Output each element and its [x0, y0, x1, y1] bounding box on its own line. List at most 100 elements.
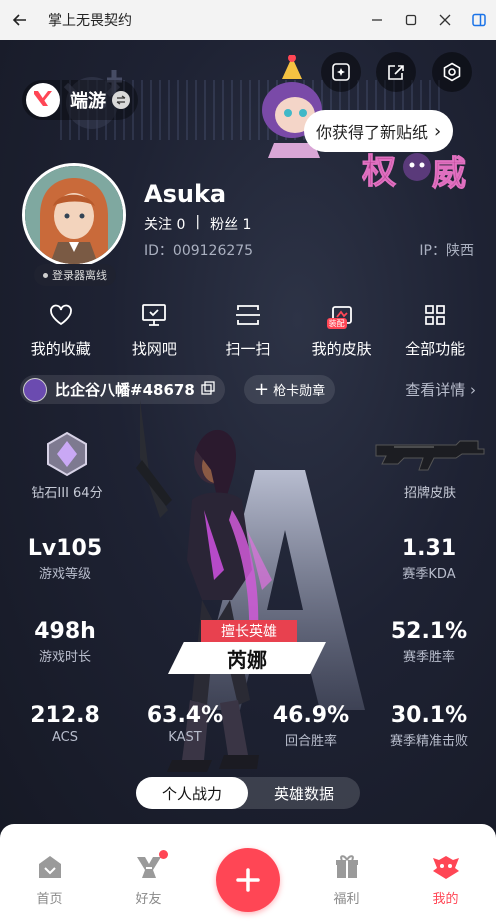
share-button[interactable]	[376, 52, 416, 92]
stat-level-value: Lv105	[27, 536, 103, 561]
settings-hexagon-icon	[443, 62, 461, 82]
follow-stats: 关注 0 | 粉丝 1	[144, 214, 251, 234]
sticker-sparkle-icon	[332, 63, 350, 81]
new-sticker-text: 你获得了新贴纸	[316, 123, 429, 142]
home-icon	[35, 852, 65, 882]
username: Asuka	[144, 180, 227, 208]
chevron-right-icon: ›	[434, 120, 442, 142]
status-dot-icon	[43, 272, 48, 278]
svg-text:权: 权	[362, 152, 396, 192]
action-my-skins-label: 我的皮肤	[311, 340, 372, 358]
stat-headshot-value: 30.1%	[390, 703, 468, 728]
view-details-label: 查看详情	[405, 381, 466, 399]
nav-home[interactable]: 首页	[0, 840, 99, 907]
sticker-editor-button[interactable]	[321, 52, 361, 92]
fans-link[interactable]: 粉丝 1	[210, 214, 251, 234]
action-favorites-label: 我的收藏	[30, 340, 91, 358]
signature-skin-gun-icon[interactable]	[374, 433, 486, 473]
view-details-link[interactable]: 查看详情 ›	[405, 379, 476, 400]
following-link[interactable]: 关注 0	[144, 214, 185, 234]
sticker-text-graphic: 权 威	[362, 152, 467, 195]
stat-kast: 63.4% KAST	[130, 703, 240, 745]
scan-icon	[233, 300, 263, 330]
share-icon	[388, 65, 404, 80]
stat-kast-label: KAST	[168, 730, 202, 745]
arrow-left-icon	[12, 14, 26, 26]
close-button[interactable]	[428, 0, 462, 40]
favorite-agent-name[interactable]: 芮娜	[168, 642, 326, 674]
nav-me[interactable]: 我的	[396, 840, 495, 907]
stat-kda-value: 1.31	[401, 536, 457, 561]
maximize-button[interactable]	[394, 0, 428, 40]
stat-level-label: 游戏等级	[38, 567, 91, 582]
stat-winrate-value: 52.1%	[390, 619, 468, 644]
settings-button[interactable]	[432, 52, 472, 92]
fans-count: 1	[242, 217, 252, 233]
action-my-skins[interactable]: 装配 我的皮肤	[297, 300, 387, 359]
heart-icon	[46, 300, 76, 330]
grid-icon	[420, 300, 450, 330]
sidebar-toggle-button[interactable]	[462, 0, 496, 40]
friends-icon	[134, 850, 168, 882]
nav-welfare[interactable]: 福利	[297, 840, 396, 907]
follow-separator: |	[195, 214, 201, 230]
stat-kast-value: 63.4%	[146, 703, 224, 728]
user-id: ID：009126275	[144, 243, 254, 259]
swap-icon	[112, 91, 130, 109]
plus-icon: +	[254, 379, 270, 400]
following-count: 0	[176, 217, 186, 233]
maximize-icon	[405, 14, 417, 26]
stat-winrate-label: 赛季胜率	[402, 650, 455, 665]
sidebar-icon	[472, 13, 486, 27]
stat-acs-label: ACS	[52, 730, 78, 745]
nav-friends-label: 好友	[135, 892, 162, 907]
skin-icon: 装配	[326, 300, 357, 330]
stat-headshot: 30.1% 赛季精准击败	[374, 703, 484, 749]
valorant-logo-icon	[26, 83, 60, 117]
equip-badge: 装配	[326, 318, 347, 329]
new-sticker-notice[interactable]: 你获得了新贴纸 ›	[304, 110, 454, 152]
plus-icon	[236, 868, 260, 892]
action-all-features-label: 全部功能	[405, 340, 466, 358]
following-label: 关注	[144, 217, 172, 233]
gift-icon	[332, 852, 362, 882]
quick-actions: 我的收藏 找网吧 扫一扫 装配 我的皮肤 全部功能	[0, 300, 496, 359]
action-find-cafe[interactable]: 找网吧	[109, 300, 199, 359]
signature-skin-label: 招牌皮肤	[403, 486, 456, 501]
player-card-avatar	[23, 377, 47, 402]
stat-round-win-label: 回合胜率	[284, 734, 337, 749]
stat-kda: 1.31 赛季KDA	[374, 536, 484, 582]
launcher-status-text: 登录器离线	[52, 269, 107, 282]
player-name: 比企谷八幡#48678	[55, 381, 195, 399]
stat-level: Lv105 游戏等级	[10, 536, 120, 582]
window-title: 掌上无畏契约	[48, 13, 132, 29]
ip-location: IP：陕西	[419, 243, 474, 259]
tab-hero-data[interactable]: 英雄数据	[248, 777, 360, 809]
game-switcher[interactable]: 端游	[22, 80, 138, 120]
minimize-icon	[372, 19, 382, 21]
tab-personal-power[interactable]: 个人战力	[136, 777, 248, 809]
action-scan[interactable]: 扫一扫	[203, 300, 293, 359]
action-favorites[interactable]: 我的收藏	[16, 300, 106, 359]
nav-home-label: 首页	[36, 892, 63, 907]
avatar[interactable]	[22, 163, 126, 267]
svg-text:威: 威	[432, 154, 466, 194]
minimize-button[interactable]	[360, 0, 394, 40]
action-all-features[interactable]: 全部功能	[390, 300, 480, 359]
copy-icon[interactable]	[201, 380, 215, 399]
monitor-icon	[139, 300, 169, 330]
window-title-bar: 掌上无畏契约	[0, 0, 496, 40]
game-switcher-label: 端游	[70, 91, 106, 112]
chevron-right-icon: ›	[470, 381, 476, 399]
favorite-agent-tag: 擅长英雄	[201, 620, 297, 642]
nav-welfare-label: 福利	[333, 892, 360, 907]
create-post-button[interactable]	[216, 848, 280, 912]
close-icon	[439, 14, 451, 26]
nav-me-label: 我的	[432, 892, 459, 907]
back-button[interactable]	[0, 0, 40, 40]
data-tabs: 个人战力 英雄数据	[136, 777, 360, 809]
action-scan-label: 扫一扫	[225, 340, 271, 358]
stat-round-win-value: 46.9%	[272, 703, 350, 728]
nav-friends[interactable]: 好友	[99, 840, 198, 907]
stat-kda-label: 赛季KDA	[402, 567, 456, 582]
